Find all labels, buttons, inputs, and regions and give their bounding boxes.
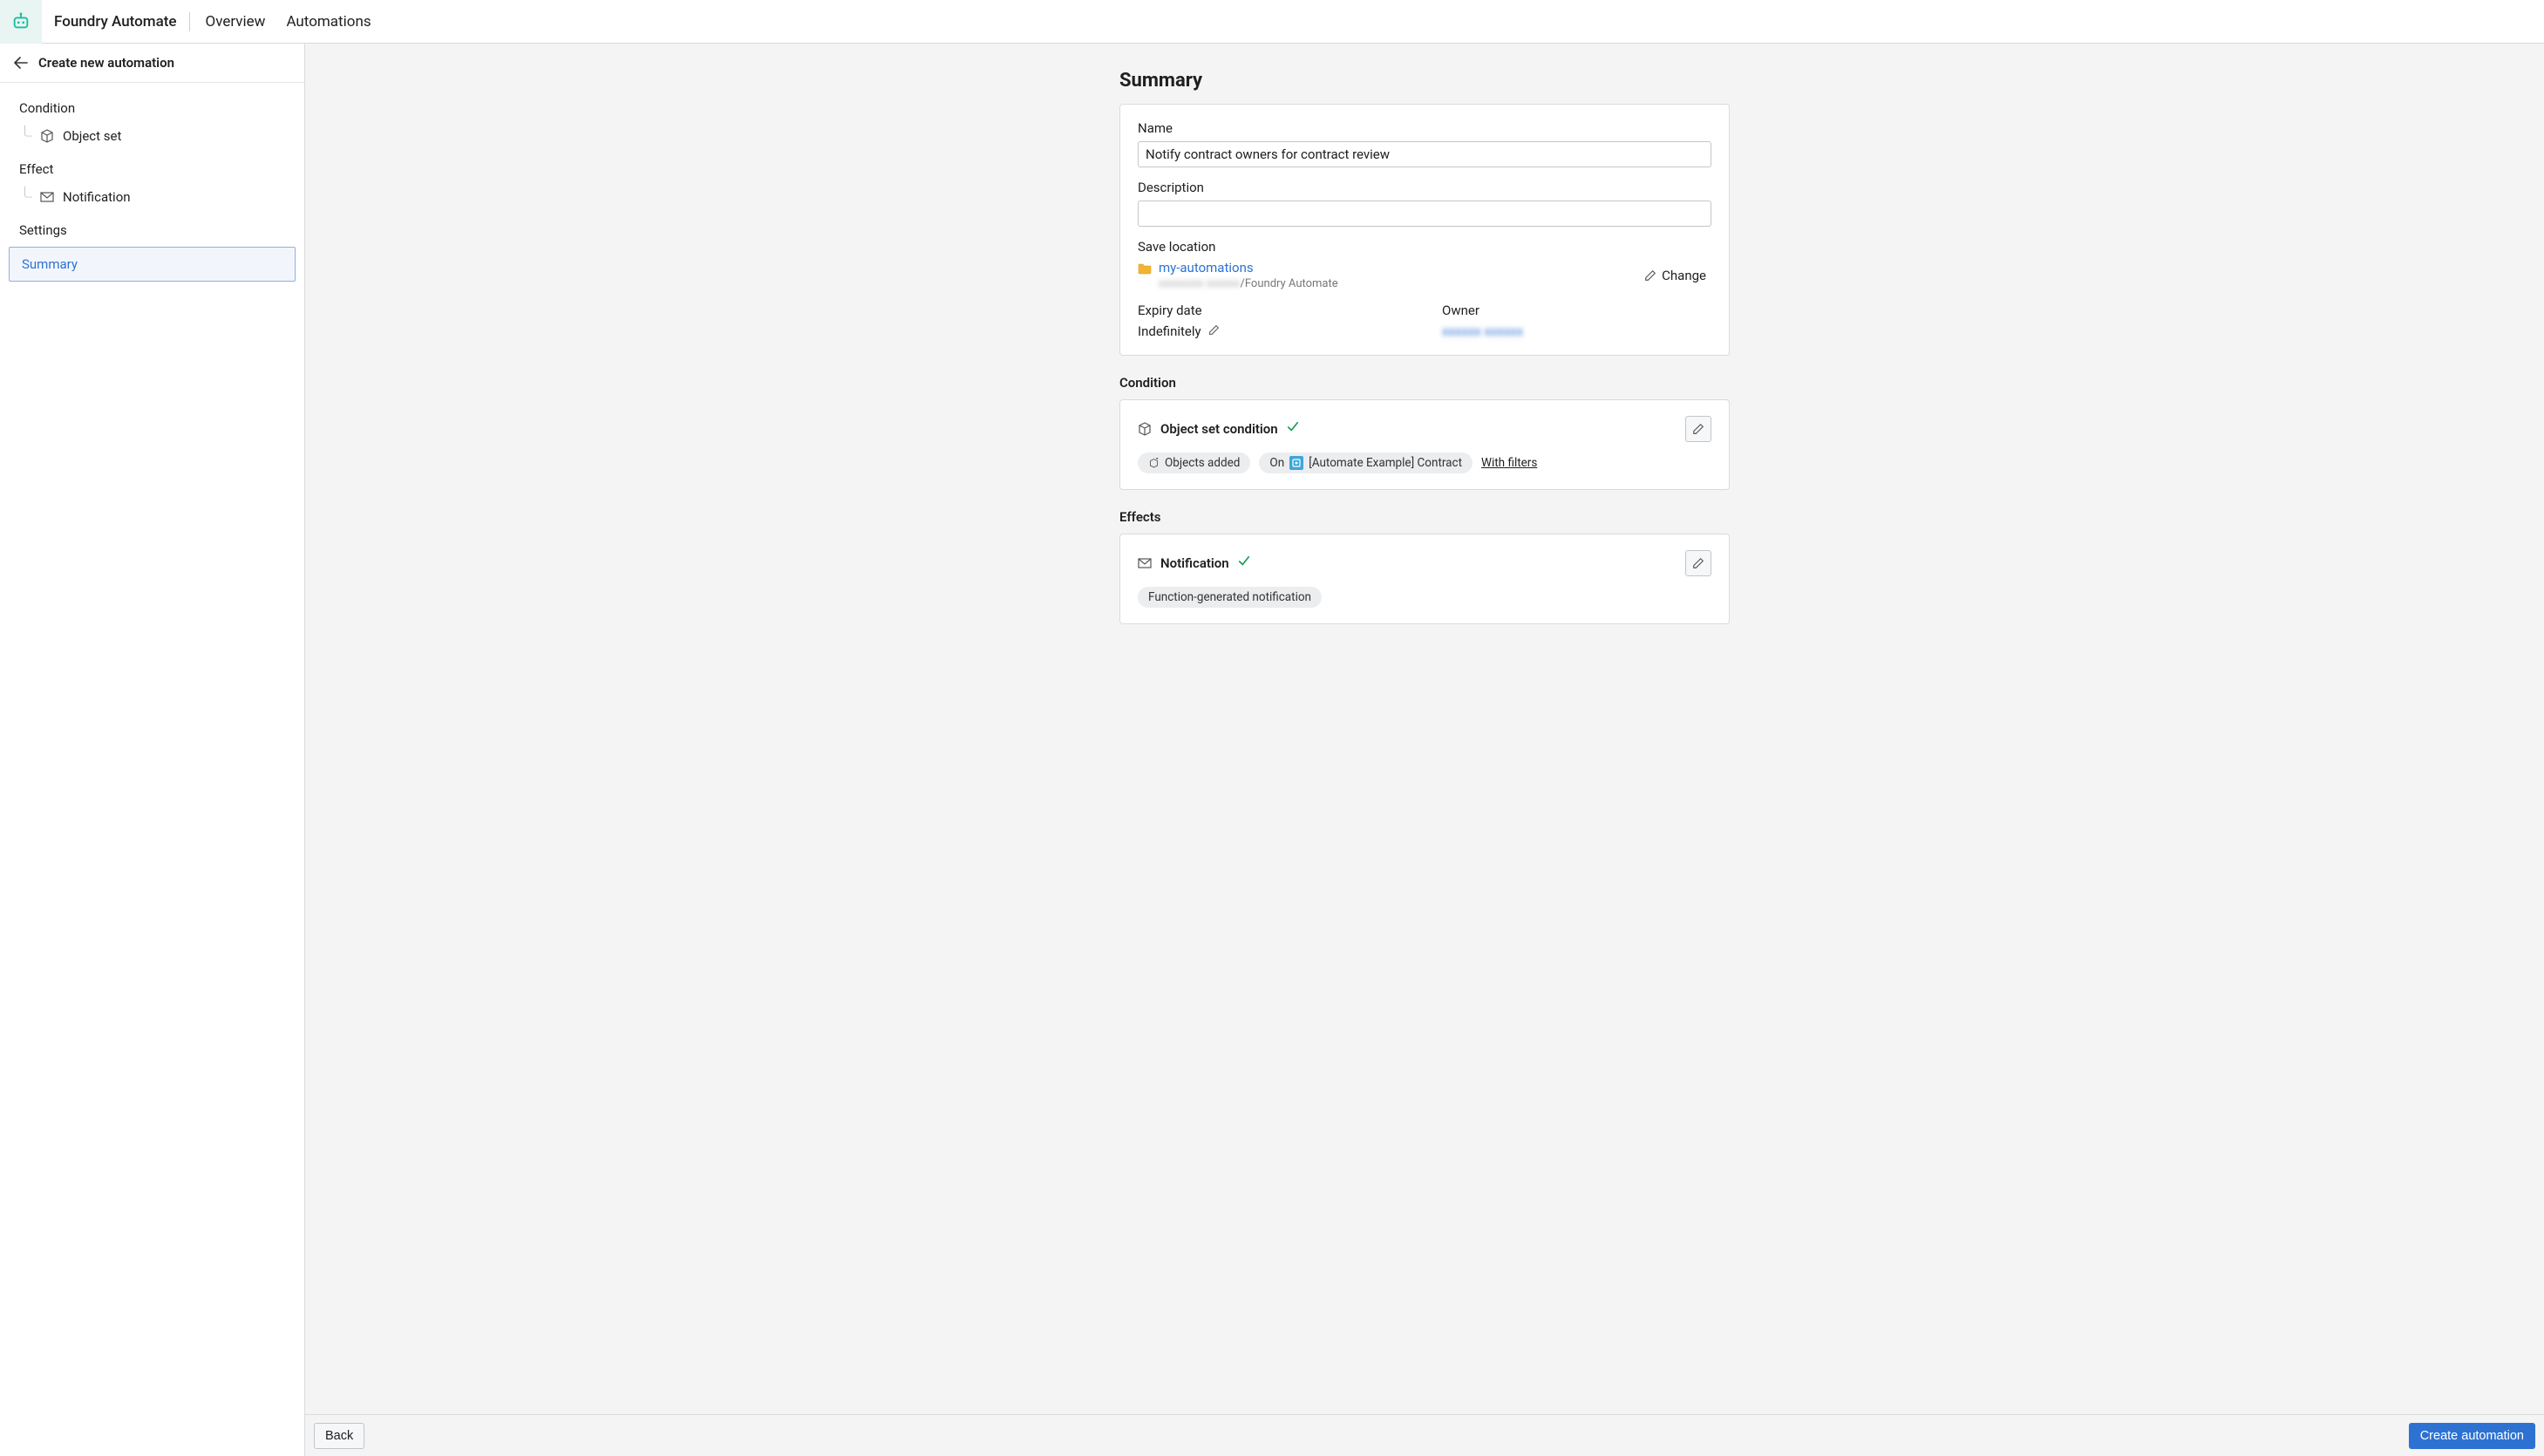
app-icon	[0, 0, 42, 44]
pencil-icon	[1692, 423, 1704, 435]
pencil-icon	[1208, 324, 1220, 336]
save-location-label: Save location	[1138, 239, 1711, 255]
expiry-label: Expiry date	[1138, 303, 1407, 318]
check-icon	[1287, 421, 1299, 437]
robot-icon	[11, 12, 31, 31]
edit-condition-button[interactable]	[1685, 416, 1711, 442]
sidebar-item-summary[interactable]: Summary	[9, 247, 296, 282]
condition-heading: Condition	[1119, 375, 1730, 391]
expiry-value: Indefinitely	[1138, 323, 1201, 339]
sidebar-item-label: Notification	[63, 189, 131, 205]
object-type-icon	[1289, 456, 1303, 470]
sidebar-header[interactable]: Create new automation	[0, 44, 304, 83]
effect-title: Notification	[1160, 555, 1229, 571]
change-location-button[interactable]: Change	[1639, 264, 1711, 287]
check-icon	[1238, 555, 1250, 571]
footer-bar: Back Create automation	[305, 1414, 2544, 1456]
cube-icon	[40, 129, 54, 143]
on-object-pill: On [Automate Example] Contract	[1259, 452, 1473, 473]
nav-overview[interactable]: Overview	[195, 13, 276, 31]
page-title: Summary	[1119, 70, 1730, 92]
sidebar-effect-label: Effect	[9, 153, 296, 180]
owner-value: xxxxxx xxxxxx	[1442, 323, 1523, 339]
sidebar: Create new automation Condition Object s…	[0, 44, 305, 1456]
cube-icon	[1138, 422, 1152, 436]
description-input[interactable]	[1138, 201, 1711, 227]
create-automation-button[interactable]: Create automation	[2409, 1423, 2535, 1449]
function-notification-pill: Function-generated notification	[1138, 587, 1322, 608]
sidebar-item-notification[interactable]: Notification	[9, 180, 296, 214]
sidebar-condition-label: Condition	[9, 92, 296, 119]
sidebar-item-object-set[interactable]: Object set	[9, 119, 296, 153]
back-button[interactable]: Back	[314, 1423, 364, 1449]
cube-plus-icon	[1148, 458, 1160, 469]
owner-label: Owner	[1442, 303, 1711, 318]
pencil-icon	[1644, 269, 1656, 282]
objects-added-pill: Objects added	[1138, 452, 1250, 473]
effects-card: Notification Function-generated notifica…	[1119, 534, 1730, 624]
description-label: Description	[1138, 180, 1711, 195]
edit-expiry-button[interactable]	[1208, 323, 1220, 339]
summary-card: Name Description Save location	[1119, 104, 1730, 356]
folder-icon	[1138, 260, 1152, 278]
sidebar-item-label: Object set	[63, 128, 121, 144]
main-panel: Summary Name Description Save location	[305, 44, 2544, 1456]
top-bar: Foundry Automate Overview Automations	[0, 0, 2544, 44]
envelope-icon	[40, 190, 54, 204]
save-location-folder[interactable]: my-automations	[1159, 260, 1338, 276]
envelope-icon	[1138, 556, 1152, 570]
divider	[189, 12, 190, 31]
effects-heading: Effects	[1119, 509, 1730, 525]
sidebar-title: Create new automation	[38, 55, 174, 71]
app-title: Foundry Automate	[42, 13, 189, 31]
condition-title: Object set condition	[1160, 421, 1278, 437]
name-label: Name	[1138, 120, 1711, 136]
sidebar-settings-label: Settings	[9, 214, 296, 242]
with-filters-link[interactable]: With filters	[1481, 456, 1537, 470]
condition-card: Object set condition Objects added	[1119, 399, 1730, 490]
pencil-icon	[1692, 557, 1704, 569]
save-location-path: xxxxxxxx xxxxxx/Foundry Automate	[1159, 277, 1338, 290]
arrow-left-icon	[14, 56, 28, 70]
name-input[interactable]	[1138, 141, 1711, 167]
nav-automations[interactable]: Automations	[275, 13, 381, 31]
edit-effect-button[interactable]	[1685, 550, 1711, 576]
